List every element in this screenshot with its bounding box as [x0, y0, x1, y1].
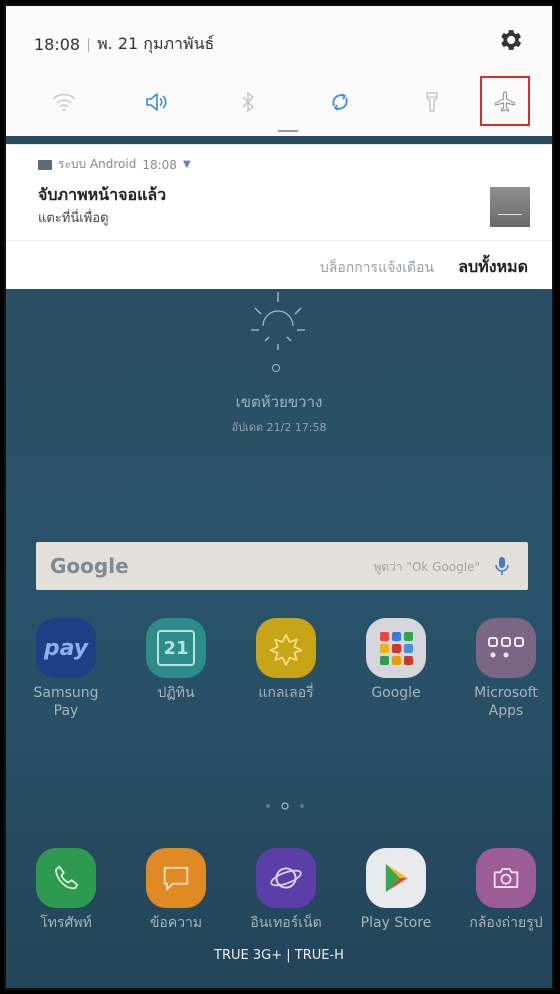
app-messages[interactable]: ข้อความ	[130, 848, 222, 932]
app-label: Samsung Pay	[33, 685, 99, 719]
app-label: Google	[371, 685, 421, 701]
app-play-store[interactable]: Play Store	[350, 848, 442, 932]
app-label: อินเทอร์เน็ต	[250, 915, 322, 931]
weather-city[interactable]: เขตห้วยขวาง	[6, 390, 552, 414]
app-label: Microsoft Apps	[474, 685, 538, 719]
internet-icon	[256, 848, 316, 908]
image-icon	[38, 159, 52, 170]
app-label: ปฏิทิน	[157, 685, 195, 701]
app-label: ข้อความ	[149, 915, 203, 931]
notification-card[interactable]: ระบบ Android 18:08 ▼ จับภาพหน้าจอแล้ว แต…	[6, 144, 552, 241]
microphone-icon[interactable]	[490, 554, 514, 578]
search-hint: พูดว่า "Ok Google"	[373, 560, 480, 574]
panel-drag-handle[interactable]	[278, 130, 298, 132]
app-camera[interactable]: กล้องถ่ายรูป	[460, 848, 552, 932]
phone-screen: 18:08 พ. 21 กุมภาพันธ์ ระบบ Android 18:0…	[4, 4, 554, 990]
notification-title: จับภาพหน้าจอแล้ว	[38, 185, 167, 204]
wifi-icon	[52, 93, 76, 112]
volume-icon	[146, 93, 167, 111]
gallery-icon	[256, 618, 316, 678]
calendar-icon: 21	[146, 618, 206, 678]
qs-flashlight[interactable]	[410, 80, 454, 124]
samsung-pay-icon: pay	[36, 618, 96, 678]
notification-subtitle: แตะที่นี่เพื่อดู	[38, 211, 109, 226]
qs-wifi[interactable]	[42, 80, 86, 124]
status-bar: 18:08 พ. 21 กุมภาพันธ์	[34, 32, 214, 57]
app-label: โทรศัพท์	[40, 915, 92, 931]
app-label: กล้องถ่ายรูป	[469, 915, 543, 931]
page-indicator[interactable]	[250, 800, 320, 812]
qs-bluetooth[interactable]	[226, 80, 270, 124]
google-folder-icon	[366, 618, 426, 678]
gear-icon[interactable]	[496, 26, 524, 54]
qs-auto-rotate[interactable]	[318, 80, 362, 124]
app-google-folder[interactable]: Google	[350, 618, 442, 702]
play-store-icon	[366, 848, 426, 908]
chevron-down-icon[interactable]: ▼	[183, 159, 191, 170]
app-microsoft-folder[interactable]: Microsoft Apps	[460, 618, 552, 720]
app-label: Play Store	[360, 915, 432, 931]
notification-actions: บล็อกการแจ้งเตือน ลบทั้งหมด	[6, 240, 552, 289]
camera-icon	[476, 848, 536, 908]
messages-icon	[146, 848, 206, 908]
bluetooth-icon	[242, 91, 255, 113]
block-notifications-button[interactable]: บล็อกการแจ้งเตือน	[320, 257, 434, 279]
google-logo: Google	[50, 554, 129, 578]
quick-settings-row	[6, 80, 552, 124]
app-samsung-pay[interactable]: pay Samsung Pay	[20, 618, 112, 720]
airplane-highlight-box	[480, 76, 530, 126]
notification-app: ระบบ Android	[58, 157, 137, 171]
google-search-bar[interactable]: Google พูดว่า "Ok Google"	[36, 542, 528, 590]
carrier-label: TRUE 3G+ | TRUE-H	[214, 948, 344, 963]
status-separator	[88, 37, 90, 52]
weather-dot	[272, 364, 280, 372]
quick-panel: 18:08 พ. 21 กุมภาพันธ์	[6, 6, 552, 136]
microsoft-folder-icon	[476, 618, 536, 678]
notification-time: 18:08	[142, 157, 177, 172]
weather-updated: อัปเดต 21/2 17:58	[231, 421, 327, 434]
rotate-icon	[332, 93, 348, 111]
status-time: 18:08	[34, 35, 81, 54]
app-label: แกลเลอรี่	[258, 685, 314, 701]
status-date: พ. 21 กุมภาพันธ์	[97, 34, 215, 53]
app-internet[interactable]: อินเทอร์เน็ต	[240, 848, 332, 932]
clear-all-button[interactable]: ลบทั้งหมด	[458, 255, 528, 280]
phone-icon	[36, 848, 96, 908]
app-gallery[interactable]: แกลเลอรี่	[240, 618, 332, 702]
app-calendar[interactable]: 21 ปฏิทิน	[130, 618, 222, 702]
qs-sound[interactable]	[134, 80, 178, 124]
notification-header: ระบบ Android 18:08 ▼	[38, 155, 191, 174]
calendar-day: 21	[157, 630, 195, 666]
flashlight-icon	[426, 92, 438, 112]
screenshot-thumbnail	[490, 187, 530, 227]
sun-icon[interactable]	[243, 286, 313, 356]
app-phone[interactable]: โทรศัพท์	[20, 848, 112, 932]
